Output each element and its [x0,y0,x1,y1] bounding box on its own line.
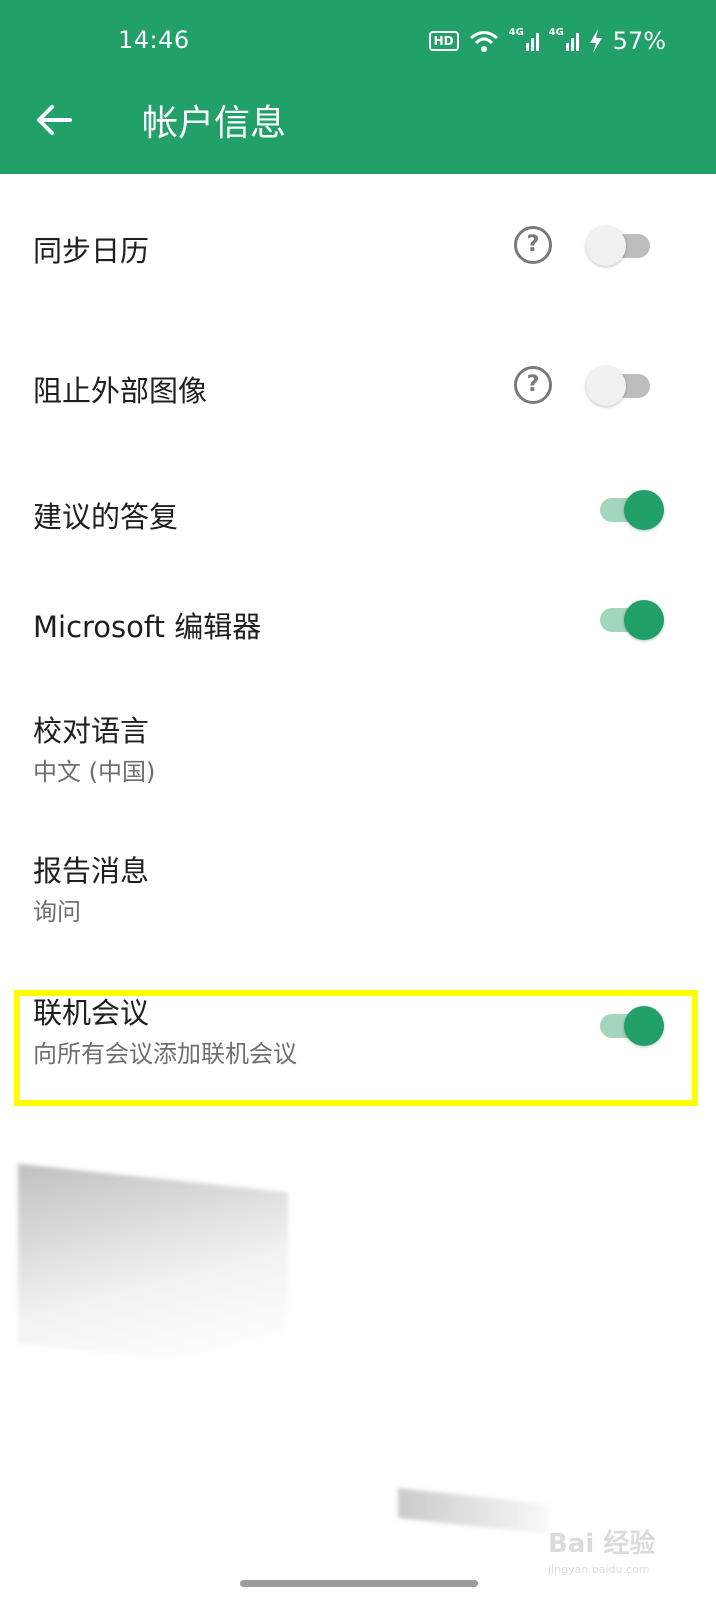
setting-label: 建议的答复 [33,500,179,534]
app-bar: 14:46 HD 4G 4G 57% 帐户信息 [0,0,716,174]
signal-icon: 4G [508,27,539,53]
setting-label: 阻止外部图像 [33,374,208,408]
toggle-thumb [624,490,664,530]
network-type-label: 4G [548,27,564,38]
setting-suggested-replies[interactable]: 建议的答复 [0,468,716,558]
status-time: 14:46 [118,26,190,54]
battery-percent: 57% [612,27,666,55]
help-icon[interactable]: ? [514,366,552,404]
setting-report-message[interactable]: 报告消息 询问 [0,840,716,940]
block-external-images-toggle[interactable] [586,366,650,406]
arrow-left-icon [37,105,72,135]
image-artifact [398,1488,548,1534]
status-icons: HD 4G 4G 57% [428,26,666,56]
setting-microsoft-editor[interactable]: Microsoft 编辑器 [0,578,716,668]
wifi-icon [469,31,498,52]
signal-icon: 4G [548,27,579,53]
setting-label: 同步日历 [33,234,150,268]
charging-icon [589,29,602,53]
setting-label: 校对语言 [33,714,150,748]
setting-proofing-language[interactable]: 校对语言 中文 (中国) [0,700,716,800]
watermark-logo: Bai 经验 [548,1529,656,1559]
hd-voice-icon: HD [428,31,459,51]
page-title: 帐户信息 [142,103,287,144]
setting-sync-calendar[interactable]: 同步日历 ? [0,198,716,294]
back-button[interactable] [28,92,84,148]
setting-label: Microsoft 编辑器 [33,610,262,644]
network-type-label: 4G [508,27,524,38]
setting-label: 报告消息 [33,854,150,888]
toggle-thumb [624,600,664,640]
suggested-replies-toggle[interactable] [600,490,664,530]
home-indicator[interactable] [240,1580,478,1587]
highlight-annotation [14,990,698,1106]
microsoft-editor-toggle[interactable] [600,600,664,640]
setting-value: 询问 [33,898,81,926]
status-bar: 14:46 HD 4G 4G 57% [0,0,716,84]
help-icon[interactable]: ? [514,226,552,264]
screen: 14:46 HD 4G 4G 57% 帐户信息 同步日历 ? 阻止外部图像 ? … [0,0,716,1600]
setting-block-external-images[interactable]: 阻止外部图像 ? [0,338,716,434]
watermark-url: jingyan.baidu.com [548,1563,650,1576]
toggle-thumb [586,226,626,266]
toggle-thumb [586,366,626,406]
sync-calendar-toggle[interactable] [586,226,650,266]
setting-value: 中文 (中国) [33,758,156,786]
watermark: Bai 经验 jingyan.baidu.com [548,1515,698,1585]
image-artifact [18,1163,288,1373]
